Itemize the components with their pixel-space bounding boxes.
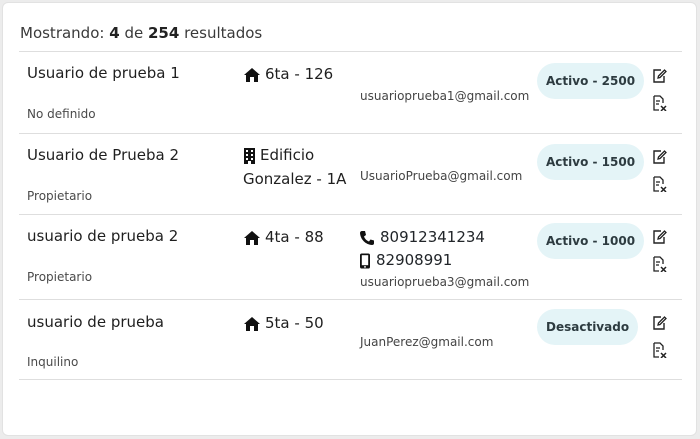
address-line: 5ta - 50 xyxy=(265,314,324,332)
delete-icon[interactable] xyxy=(650,341,668,359)
address-line: Gonzalez - 1A xyxy=(243,170,347,188)
address-line: Edificio xyxy=(260,146,315,164)
edit-icon[interactable] xyxy=(650,148,668,166)
mobile-icon xyxy=(360,253,370,268)
delete-icon[interactable] xyxy=(650,175,668,193)
status-badge: Activo - 1000 xyxy=(537,223,645,259)
list-item[interactable]: usuario de prueba 2 Propietario 4ta - 88… xyxy=(19,214,682,299)
delete-icon[interactable] xyxy=(650,94,668,112)
user-phones: 80912341234 82908991 xyxy=(359,226,485,272)
house-icon xyxy=(244,316,260,331)
user-address: Edificio Gonzalez - 1A xyxy=(243,145,358,190)
status-badge: Activo - 1500 xyxy=(537,144,645,180)
address-line: 6ta - 126 xyxy=(265,65,334,83)
edit-icon[interactable] xyxy=(650,67,668,85)
mobile-number: 82908991 xyxy=(376,251,453,269)
user-email: JuanPerez@gmail.com xyxy=(360,335,494,349)
edit-icon[interactable] xyxy=(650,228,668,246)
list-item[interactable]: Usuario de prueba 1 No definido 6ta - 12… xyxy=(19,51,682,133)
user-email: usuarioprueba3@gmail.com xyxy=(360,275,530,289)
summary-of: de xyxy=(124,24,144,42)
house-icon xyxy=(244,67,260,82)
summary-shown-count: 4 xyxy=(109,24,120,42)
results-card: Mostrando: 4 de 254 resultados Usuario d… xyxy=(2,2,697,436)
user-role: Propietario xyxy=(27,270,93,284)
house-icon xyxy=(244,230,260,245)
summary-prefix: Mostrando: xyxy=(20,24,105,42)
status-badge: Desactivado xyxy=(537,309,639,345)
user-role: No definido xyxy=(27,107,96,121)
user-role: Propietario xyxy=(27,189,93,203)
user-email: UsuarioPrueba@gmail.com xyxy=(360,169,523,183)
user-role: Inquilino xyxy=(27,355,79,369)
user-address: 5ta - 50 xyxy=(243,313,358,334)
list-item[interactable]: usuario de prueba Inquilino 5ta - 50 Jua… xyxy=(19,299,682,380)
user-name: Usuario de Prueba 2 xyxy=(27,146,179,164)
delete-icon[interactable] xyxy=(650,255,668,273)
user-name: usuario de prueba xyxy=(27,313,164,331)
phone-icon xyxy=(360,230,374,245)
user-email: usuarioprueba1@gmail.com xyxy=(360,89,530,103)
users-list: Usuario de prueba 1 No definido 6ta - 12… xyxy=(19,51,682,380)
user-address: 4ta - 88 xyxy=(243,227,358,248)
user-address: 6ta - 126 xyxy=(243,64,358,85)
summary-total-count: 254 xyxy=(147,24,180,42)
user-name: Usuario de prueba 1 xyxy=(27,64,180,82)
results-summary: Mostrando: 4 de 254 resultados xyxy=(20,24,262,42)
address-line: 4ta - 88 xyxy=(265,228,324,246)
status-badge: Activo - 2500 xyxy=(537,63,645,99)
building-icon xyxy=(244,147,255,164)
summary-suffix: resultados xyxy=(184,24,263,42)
edit-icon[interactable] xyxy=(650,314,668,332)
phone-number: 80912341234 xyxy=(380,228,485,246)
list-item[interactable]: Usuario de Prueba 2 Propietario Edificio… xyxy=(19,133,682,214)
user-name: usuario de prueba 2 xyxy=(27,227,179,245)
